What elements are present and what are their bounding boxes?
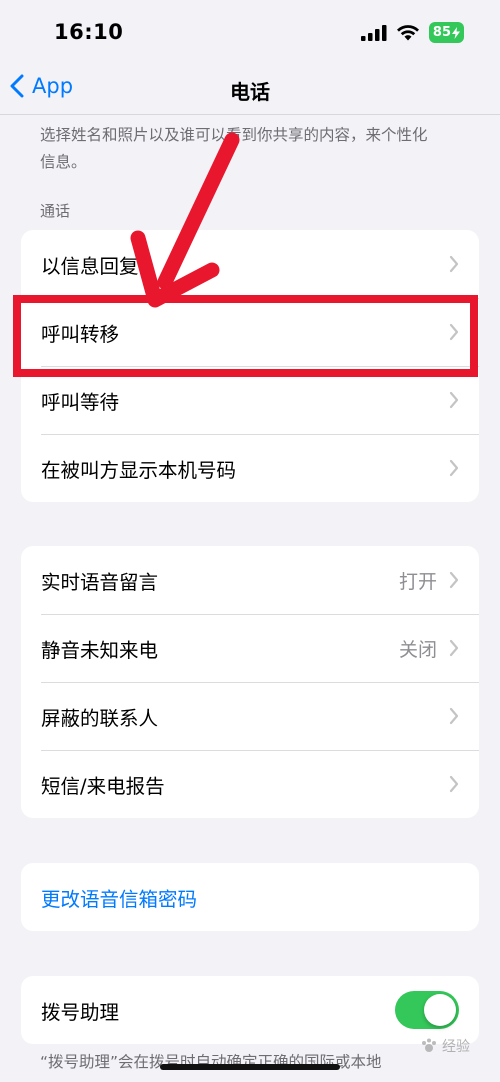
row-label: 更改语音信箱密码 bbox=[41, 887, 198, 911]
row-label: 在被叫方显示本机号码 bbox=[41, 458, 237, 482]
row-value: 打开 bbox=[398, 570, 437, 593]
chevron-right-icon bbox=[449, 707, 459, 725]
intro-description: 选择姓名和照片以及谁可以看到你共享的内容，来个性化信息。 bbox=[40, 126, 428, 171]
battery-indicator: 85 bbox=[428, 22, 464, 43]
voicemail-group: 实时语音留言 打开 静音未知来电 关闭 屏蔽的联系人 短信/来电报告 bbox=[21, 546, 479, 818]
charging-bolt-icon bbox=[452, 26, 460, 39]
chevron-right-icon bbox=[449, 323, 459, 341]
call-forwarding-row[interactable]: 呼叫转移 bbox=[21, 298, 479, 366]
row-label: 拨号助理 bbox=[41, 1000, 120, 1024]
sms-call-reporting-row[interactable]: 短信/来电报告 bbox=[21, 750, 479, 818]
row-label: 静音未知来电 bbox=[41, 638, 159, 662]
row-value: 关闭 bbox=[398, 638, 437, 661]
navigation-bar: App 电话 bbox=[0, 66, 500, 112]
chevron-right-icon bbox=[449, 255, 459, 273]
dial-assist-toggle[interactable] bbox=[395, 991, 459, 1029]
status-bar: 16:10 85 bbox=[0, 0, 500, 66]
silence-unknown-callers-row[interactable]: 静音未知来电 关闭 bbox=[21, 614, 479, 682]
row-label: 以信息回复 bbox=[41, 254, 139, 278]
row-label: 短信/来电报告 bbox=[41, 774, 165, 798]
section-header-calls: 通话 bbox=[40, 202, 71, 220]
watermark: 经验 bbox=[420, 1036, 470, 1056]
status-time: 16:10 bbox=[54, 20, 124, 44]
paw-icon bbox=[422, 1038, 436, 1052]
battery-level: 85 bbox=[432, 25, 451, 40]
chevron-right-icon bbox=[449, 639, 459, 657]
row-label: 呼叫等待 bbox=[41, 390, 120, 414]
dial-assist-row: 拨号助理 bbox=[21, 976, 479, 1044]
chevron-right-icon bbox=[449, 459, 459, 477]
row-label: 实时语音留言 bbox=[41, 570, 159, 594]
chevron-right-icon bbox=[449, 391, 459, 409]
change-voicemail-password-button[interactable]: 更改语音信箱密码 bbox=[21, 863, 479, 931]
status-icons: 85 bbox=[360, 22, 464, 43]
wifi-icon bbox=[396, 25, 419, 41]
show-caller-id-row[interactable]: 在被叫方显示本机号码 bbox=[21, 434, 479, 502]
signal-icon bbox=[360, 24, 387, 41]
reply-with-message-row[interactable]: 以信息回复 bbox=[21, 230, 479, 298]
row-label: 呼叫转移 bbox=[41, 322, 120, 346]
page-title: 电话 bbox=[230, 80, 270, 104]
home-indicator[interactable] bbox=[160, 1064, 340, 1070]
nav-divider bbox=[0, 114, 500, 115]
live-voicemail-row[interactable]: 实时语音留言 打开 bbox=[21, 546, 479, 614]
chevron-right-icon bbox=[449, 571, 459, 589]
watermark-text: 经验 bbox=[442, 1039, 470, 1055]
chevron-right-icon bbox=[449, 775, 459, 793]
toggle-knob bbox=[424, 994, 456, 1026]
row-label: 屏蔽的联系人 bbox=[41, 706, 159, 730]
call-waiting-row[interactable]: 呼叫等待 bbox=[21, 366, 479, 434]
dial-assist-group: 拨号助理 bbox=[21, 976, 479, 1044]
calls-group: 以信息回复 呼叫转移 呼叫等待 在被叫方显示本机号码 bbox=[21, 230, 479, 502]
blocked-contacts-row[interactable]: 屏蔽的联系人 bbox=[21, 682, 479, 750]
voicemail-password-group: 更改语音信箱密码 bbox=[21, 863, 479, 931]
